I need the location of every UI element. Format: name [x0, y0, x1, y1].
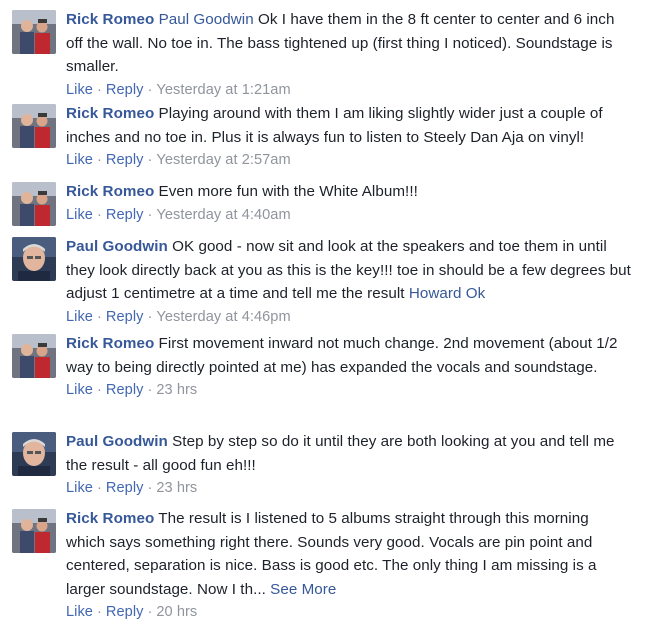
comment-actions: Like · Reply · 20 hrs: [66, 601, 631, 624]
comment-body: Paul Goodwin OK good - now sit and look …: [66, 235, 631, 329]
comment-text: Rick Romeo Paul Goodwin Ok I have them i…: [66, 8, 631, 79]
paul-avatar-icon[interactable]: [12, 432, 56, 476]
separator-dot: ·: [147, 206, 153, 223]
comment-actions: Like · Reply · Yesterday at 2:57am: [66, 149, 631, 172]
like-button[interactable]: Like: [66, 207, 93, 223]
comment-body: Paul Goodwin Step by step so do it until…: [66, 430, 631, 500]
comment-body: Rick Romeo First movement inward not muc…: [66, 332, 631, 402]
comment-body: Rick Romeo The result is I listened to 5…: [66, 507, 631, 624]
comment-text: Rick Romeo The result is I listened to 5…: [66, 507, 631, 601]
mention-link[interactable]: Paul Goodwin: [159, 11, 254, 28]
mention-link[interactable]: Howard Ok: [409, 285, 485, 302]
rick-avatar-icon[interactable]: [12, 182, 56, 226]
separator-dot: ·: [147, 81, 153, 98]
comment-message: Even more fun with the White Album!!!: [154, 183, 418, 200]
rick-avatar-icon[interactable]: [12, 10, 56, 54]
like-button[interactable]: Like: [66, 82, 93, 98]
comment-author-link[interactable]: Rick Romeo: [66, 510, 154, 527]
reply-button[interactable]: Reply: [106, 309, 144, 325]
rick-avatar-icon[interactable]: [12, 334, 56, 378]
comment-text: Rick Romeo First movement inward not muc…: [66, 332, 631, 379]
comment-author-link[interactable]: Paul Goodwin: [66, 238, 168, 255]
comment-actions: Like · Reply · 23 hrs: [66, 379, 631, 402]
reply-button[interactable]: Reply: [106, 152, 144, 168]
separator-dot: ·: [96, 382, 102, 398]
separator-dot: ·: [96, 152, 102, 168]
comment-timestamp[interactable]: Yesterday at 2:57am: [156, 152, 290, 168]
comment-timestamp[interactable]: Yesterday at 1:21am: [156, 82, 290, 98]
comment-timestamp[interactable]: Yesterday at 4:46pm: [156, 309, 290, 325]
reply-button[interactable]: Reply: [106, 207, 144, 223]
comment-author-link[interactable]: Rick Romeo: [66, 11, 154, 28]
separator-dot: ·: [96, 81, 102, 98]
comment-text: Rick Romeo Even more fun with the White …: [66, 180, 631, 204]
comment-author-link[interactable]: Rick Romeo: [66, 105, 154, 122]
rick-avatar-icon[interactable]: [12, 104, 56, 148]
comment-text: Paul Goodwin OK good - now sit and look …: [66, 235, 631, 306]
reply-button[interactable]: Reply: [106, 82, 144, 98]
separator-dot: ·: [147, 382, 153, 398]
separator-dot: ·: [96, 206, 102, 223]
comment-thread: Rick Romeo Paul Goodwin Ok I have them i…: [0, 0, 647, 620]
comment-body: Rick Romeo Playing around with them I am…: [66, 102, 631, 172]
reply-button[interactable]: Reply: [106, 382, 144, 398]
comment-actions: Like · Reply · Yesterday at 4:40am: [66, 204, 631, 227]
separator-dot: ·: [147, 480, 153, 496]
comment-timestamp[interactable]: 23 hrs: [156, 382, 197, 398]
separator-dot: ·: [147, 308, 153, 325]
like-button[interactable]: Like: [66, 480, 93, 496]
comment-author-link[interactable]: Rick Romeo: [66, 335, 154, 352]
comment-actions: Like · Reply · 23 hrs: [66, 477, 631, 500]
comment-text: Paul Goodwin Step by step so do it until…: [66, 430, 631, 477]
like-button[interactable]: Like: [66, 382, 93, 398]
comment-text: Rick Romeo Playing around with them I am…: [66, 102, 631, 149]
comment-body: Rick Romeo Even more fun with the White …: [66, 180, 631, 227]
like-button[interactable]: Like: [66, 309, 93, 325]
comment-timestamp[interactable]: Yesterday at 4:40am: [156, 207, 290, 223]
separator-dot: ·: [96, 308, 102, 325]
comment-body: Rick Romeo Paul Goodwin Ok I have them i…: [66, 8, 631, 102]
comment-author-link[interactable]: Rick Romeo: [66, 183, 154, 200]
rick-avatar-icon[interactable]: [12, 509, 56, 553]
see-more-link[interactable]: See More: [270, 581, 336, 598]
paul-avatar-icon[interactable]: [12, 237, 56, 281]
like-button[interactable]: Like: [66, 152, 93, 168]
comment-actions: Like · Reply · Yesterday at 1:21am: [66, 79, 631, 102]
separator-dot: ·: [96, 480, 102, 496]
comment-timestamp[interactable]: 23 hrs: [156, 480, 197, 496]
reply-button[interactable]: Reply: [106, 480, 144, 496]
comment-actions: Like · Reply · Yesterday at 4:46pm: [66, 306, 631, 329]
separator-dot: ·: [147, 152, 153, 168]
comment-author-link[interactable]: Paul Goodwin: [66, 433, 168, 450]
